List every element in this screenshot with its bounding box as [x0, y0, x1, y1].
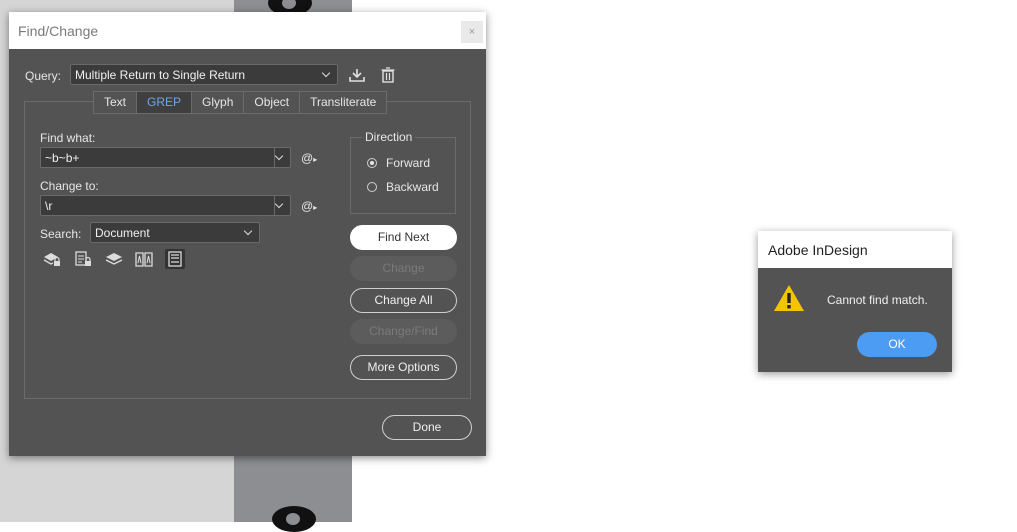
find-next-button[interactable]: Find Next [350, 225, 457, 250]
chevron-down-icon[interactable] [275, 148, 285, 168]
alert-title: Adobe InDesign [768, 242, 868, 258]
alert-message: Cannot find match. [827, 293, 928, 307]
tab-transliterate[interactable]: Transliterate [300, 92, 386, 113]
change-to-label: Change to: [40, 179, 99, 193]
find-what-value: ~b~b+ [45, 151, 80, 165]
chevron-down-icon[interactable] [275, 196, 285, 216]
locked-layers-icon[interactable] [42, 249, 62, 269]
warning-icon [774, 285, 804, 311]
close-button[interactable]: × [461, 21, 483, 43]
more-options-button[interactable]: More Options [350, 355, 457, 380]
at-icon: @ [301, 199, 314, 213]
search-scope-value: Document [95, 226, 150, 240]
tab-glyph[interactable]: Glyph [192, 92, 245, 113]
direction-group [350, 137, 456, 214]
chevron-down-icon [322, 65, 332, 85]
search-scope-select[interactable]: Document [90, 222, 260, 243]
dialog-title-bar: Find/Change × [9, 12, 486, 49]
tab-text[interactable]: Text [94, 92, 138, 113]
forward-label[interactable]: Forward [386, 156, 430, 170]
change-all-button[interactable]: Change All [350, 288, 457, 313]
done-button[interactable]: Done [382, 415, 472, 440]
find-what-label: Find what: [40, 131, 96, 145]
dialog-title: Find/Change [18, 23, 99, 39]
direction-label: Direction [362, 130, 416, 144]
special-characters-change-button[interactable]: @▸ [301, 199, 317, 213]
tab-object[interactable]: Object [244, 92, 301, 113]
at-icon: @ [301, 151, 314, 165]
query-select[interactable]: Multiple Return to Single Return [70, 64, 338, 85]
locked-stories-icon[interactable] [73, 249, 93, 269]
alert-title-bar: Adobe InDesign [758, 231, 952, 268]
change-to-value: \r [45, 199, 53, 213]
query-label: Query: [25, 69, 62, 83]
find-what-input[interactable]: ~b~b+ [40, 147, 291, 168]
change-button[interactable]: Change [350, 256, 457, 281]
find-type-tabs: Text GREP Glyph Object Transliterate [93, 91, 388, 114]
backward-radio[interactable] [367, 182, 377, 192]
query-value: Multiple Return to Single Return [75, 68, 246, 82]
alert-dialog: Adobe InDesign Cannot find match. OK [758, 231, 952, 372]
tab-grep[interactable]: GREP [137, 92, 193, 113]
footnotes-icon[interactable] [165, 249, 185, 269]
chevron-down-icon [244, 223, 254, 243]
master-pages-icon[interactable] [134, 249, 154, 269]
hidden-layers-icon[interactable] [104, 249, 124, 269]
special-characters-find-button[interactable]: @▸ [301, 151, 317, 165]
find-change-dialog: Find/Change × Query: Multiple Return to … [9, 12, 486, 456]
forward-radio[interactable] [367, 158, 377, 168]
change-find-button[interactable]: Change/Find [350, 319, 457, 344]
page-graphic-bottom [272, 506, 316, 532]
trash-icon[interactable] [378, 65, 398, 85]
backward-label[interactable]: Backward [386, 180, 439, 194]
search-label: Search: [40, 227, 82, 241]
change-to-input[interactable]: \r [40, 195, 291, 216]
ok-button[interactable]: OK [857, 332, 937, 357]
save-query-icon[interactable] [347, 65, 367, 85]
